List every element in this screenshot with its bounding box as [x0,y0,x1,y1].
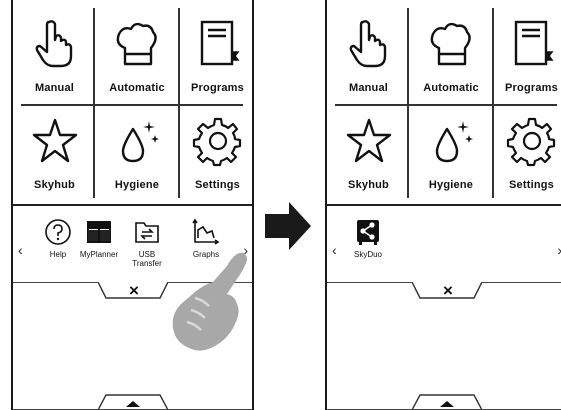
tile-hygiene[interactable]: Hygiene [409,107,493,207]
tile-skyhub[interactable]: Skyhub [330,107,407,207]
grid-divider [93,8,95,198]
grid-divider [178,8,180,198]
graphs-icon [192,218,220,246]
shortcut-bar: SkyDuo [327,208,561,280]
oven-screen-after: Manual Automatic Programs Skyhub Hygiene… [325,0,561,410]
gear-icon [506,115,558,167]
drop-icon [425,115,477,167]
tile-programs[interactable]: Programs [179,10,252,110]
tile-label: Manual [34,82,75,94]
drop-icon [111,115,163,167]
skyduo-icon [354,218,382,246]
shortcut-label: USB Transfer [132,250,162,268]
tiles-separator [13,204,252,206]
gear-icon [192,115,244,167]
tile-manual[interactable]: Manual [16,10,93,110]
chef-hat-icon [111,18,163,70]
usb-transfer-icon [133,218,161,246]
shortcut-label: MyPlanner [79,250,119,259]
star-icon [343,115,395,167]
tile-label: Hygiene [428,179,474,191]
tile-label: Automatic [109,82,165,94]
grid-divider [407,8,409,198]
hand-icon [343,18,395,70]
tile-label: Skyhub [34,179,75,191]
tiles-separator [327,204,561,206]
book-icon [506,18,558,70]
help-icon [44,218,72,246]
planner-icon [85,218,113,246]
star-icon [29,115,81,167]
grid-divider [492,8,494,198]
shortcut-label: Help [49,250,67,259]
expand-tab[interactable] [412,394,482,410]
expand-tab[interactable] [98,394,168,410]
tile-settings[interactable]: Settings [493,107,561,207]
shortcut-usb-transfer[interactable]: USB Transfer [127,218,167,268]
book-icon [192,18,244,70]
shortcut-myplanner[interactable]: MyPlanner [74,218,124,259]
tile-programs[interactable]: Programs [493,10,561,110]
grid-divider [335,104,557,106]
tile-settings[interactable]: Settings [179,107,254,207]
shortcut-label: SkyDuo [353,250,382,259]
tile-label: Hygiene [114,179,160,191]
tile-label: Manual [348,82,389,94]
tile-label: Programs [191,82,244,94]
tile-label: Settings [509,179,554,191]
tile-label: Skyhub [348,179,389,191]
tile-automatic[interactable]: Automatic [409,10,493,110]
tile-hygiene[interactable]: Hygiene [95,107,179,207]
close-icon[interactable]: × [129,281,139,301]
tile-manual[interactable]: Manual [330,10,407,110]
hand-icon [29,18,81,70]
swipe-hand-icon [172,252,247,351]
tile-label: Programs [505,82,558,94]
tile-label: Settings [195,179,240,191]
shortcut-skyduo[interactable]: SkyDuo [343,218,393,259]
tile-skyhub[interactable]: Skyhub [16,107,93,207]
chef-hat-icon [425,18,477,70]
close-icon[interactable]: × [443,281,453,301]
grid-divider [21,104,243,106]
tile-automatic[interactable]: Automatic [95,10,179,110]
transition-arrow-icon [265,202,311,250]
tile-label: Automatic [423,82,479,94]
